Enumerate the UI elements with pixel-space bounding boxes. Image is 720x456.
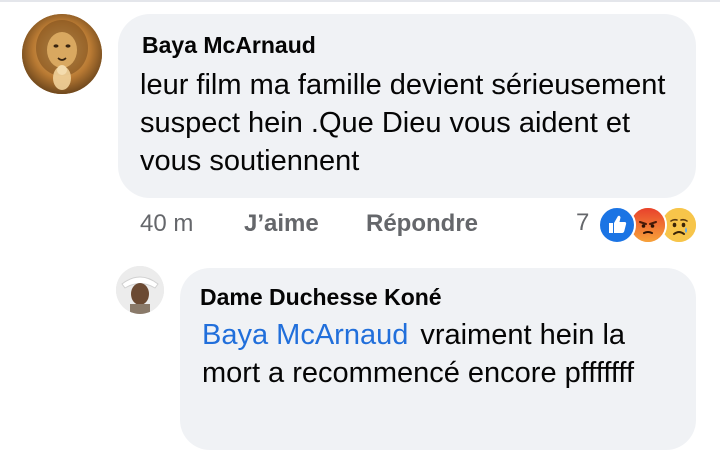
profile-photo-image	[116, 266, 164, 314]
reply-text-block: Baya McArnaud vraiment hein la mort a rec…	[202, 316, 682, 392]
mention-link[interactable]: Baya McArnaud	[202, 319, 408, 351]
reactions-summary[interactable]: 7	[576, 206, 706, 246]
reply-bubble: Dame Duchesse Koné Baya McArnaud vraiment…	[180, 268, 696, 450]
comment-text: leur film ma famille devient sérieusemen…	[140, 69, 666, 177]
avatar-dame-duchesse-kone[interactable]	[116, 266, 164, 314]
like-icon	[598, 206, 636, 244]
comment-bubble: Baya McArnaud leur film ma famille devie…	[118, 14, 696, 198]
like-button[interactable]: J’aime	[244, 210, 319, 238]
comment-timestamp[interactable]: 40 m	[140, 210, 193, 238]
lion-avatar-image	[22, 14, 102, 94]
reply-button[interactable]: Répondre	[366, 210, 478, 238]
reply-author[interactable]: Dame Duchesse Koné	[200, 284, 442, 311]
avatar-baya-mcarnaud[interactable]	[22, 14, 102, 94]
top-divider	[0, 0, 720, 2]
reaction-count: 7	[576, 209, 590, 236]
comment-author[interactable]: Baya McArnaud	[142, 32, 316, 59]
